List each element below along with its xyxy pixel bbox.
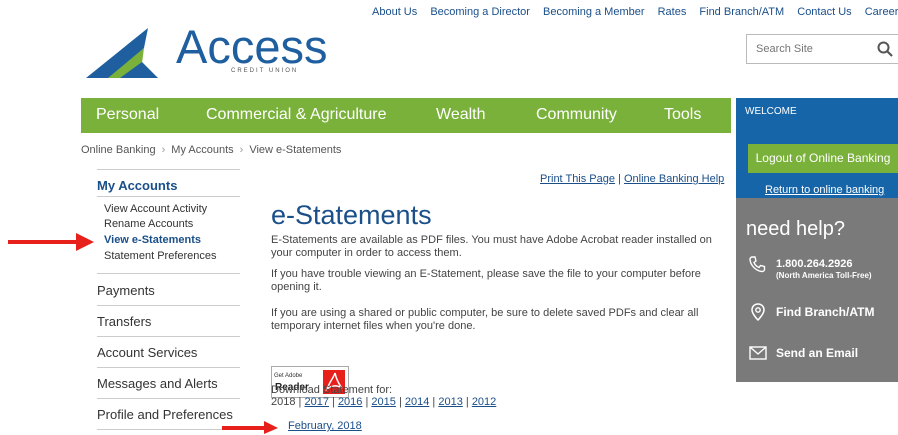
info-paragraph: E-Statements are available as PDF files.…	[271, 234, 712, 259]
chevron-right-icon: ›	[161, 144, 166, 156]
logout-button[interactable]: Logout of Online Banking	[748, 144, 898, 173]
sidebar-divider	[97, 169, 240, 170]
logo-subtitle: CREDIT UNION	[231, 68, 299, 74]
year-link-2015[interactable]: 2015	[371, 396, 395, 408]
sidebar-heading[interactable]: My Accounts	[97, 178, 177, 193]
sidebar-divider	[97, 196, 240, 197]
sidebar-divider	[97, 273, 240, 274]
help-phone[interactable]: 1.800.264.2926	[776, 258, 852, 270]
breadcrumb-my-accounts[interactable]: My Accounts	[171, 144, 233, 156]
top-link-member[interactable]: Becoming a Member	[543, 6, 645, 18]
adobe-get-label: Get Adobe	[274, 373, 303, 379]
year-link-2017[interactable]: 2017	[304, 396, 328, 408]
top-link-careers[interactable]: Careers	[865, 6, 898, 18]
logo-wordmark: Access	[176, 20, 328, 73]
phone-icon	[749, 256, 766, 273]
sidebar-item-statement-preferences[interactable]: Statement Preferences	[104, 250, 217, 262]
sidebar-item-account-activity[interactable]: View Account Activity	[104, 203, 207, 215]
nav-commercial[interactable]: Commercial & Agriculture	[206, 106, 387, 124]
page-utility-links: Print This Page | Online Banking Help	[540, 173, 724, 185]
search-box	[746, 34, 898, 64]
return-to-banking-link[interactable]: Return to online banking	[765, 184, 884, 196]
info-paragraph: If you have trouble viewing an E-Stateme…	[271, 268, 701, 293]
breadcrumb: Online Banking › My Accounts › View e-Statem…	[81, 144, 341, 156]
nav-wealth[interactable]: Wealth	[436, 106, 486, 124]
year-current: 2018	[271, 396, 296, 408]
top-link-contact[interactable]: Contact Us	[797, 6, 851, 18]
sidebar-divider	[97, 429, 240, 430]
sidebar-item-profile-preferences[interactable]: Profile and Preferences	[97, 407, 233, 422]
email-icon	[749, 346, 767, 360]
year-link-2013[interactable]: 2013	[438, 396, 462, 408]
info-paragraph: If you are using a shared or public comp…	[271, 307, 699, 332]
breadcrumb-current: View e-Statements	[249, 144, 342, 156]
help-phone-note: (North America Toll-Free)	[776, 271, 872, 280]
sidebar-item-transfers[interactable]: Transfers	[97, 314, 151, 329]
print-page-link[interactable]: Print This Page	[540, 173, 615, 185]
search-icon[interactable]	[877, 41, 893, 57]
red-arrow-icon	[222, 421, 278, 434]
location-pin-icon	[751, 303, 765, 322]
nav-community[interactable]: Community	[536, 106, 617, 124]
year-link-2012[interactable]: 2012	[472, 396, 496, 408]
sidebar-item-messages-alerts[interactable]: Messages and Alerts	[97, 376, 218, 391]
top-link-branch[interactable]: Find Branch/ATM	[699, 6, 784, 18]
sidebar-item-payments[interactable]: Payments	[97, 283, 155, 298]
top-link-about[interactable]: About Us	[372, 6, 417, 18]
red-arrow-icon	[8, 233, 94, 251]
page-title: e-Statements	[271, 200, 432, 230]
sidebar-item-account-services[interactable]: Account Services	[97, 345, 197, 360]
sidebar-divider	[97, 398, 240, 399]
help-send-email[interactable]: Send an Email	[776, 346, 858, 360]
help-title: need help?	[746, 218, 845, 240]
chevron-right-icon: ›	[239, 144, 244, 156]
search-input[interactable]	[747, 35, 877, 63]
welcome-title: WELCOME	[745, 106, 797, 117]
top-link-director[interactable]: Becoming a Director	[430, 6, 530, 18]
link-separator: |	[615, 173, 624, 185]
online-banking-help-link[interactable]: Online Banking Help	[624, 173, 724, 185]
help-find-branch[interactable]: Find Branch/ATM	[776, 305, 874, 319]
sidebar-item-rename-accounts[interactable]: Rename Accounts	[104, 218, 193, 230]
top-links: About Us Becoming a Director Becoming a …	[372, 6, 898, 18]
year-link-2016[interactable]: 2016	[338, 396, 362, 408]
nav-tools[interactable]: Tools	[664, 106, 701, 124]
sidebar-divider	[97, 305, 240, 306]
sidebar-item-e-statements[interactable]: View e-Statements	[104, 234, 201, 246]
nav-personal[interactable]: Personal	[96, 106, 159, 124]
sidebar-divider	[97, 367, 240, 368]
year-links: 2018 | 2017 | 2016 | 2015 | 2014 | 2013 …	[271, 396, 497, 408]
main-nav: Personal Commercial & Agriculture Wealth…	[81, 98, 731, 133]
download-label: Download Statement for:	[271, 384, 393, 396]
year-link-2014[interactable]: 2014	[405, 396, 429, 408]
top-link-rates[interactable]: Rates	[658, 6, 687, 18]
sidebar-divider	[97, 336, 240, 337]
statement-link-february-2018[interactable]: February, 2018	[288, 420, 362, 432]
breadcrumb-online-banking[interactable]: Online Banking	[81, 144, 156, 156]
